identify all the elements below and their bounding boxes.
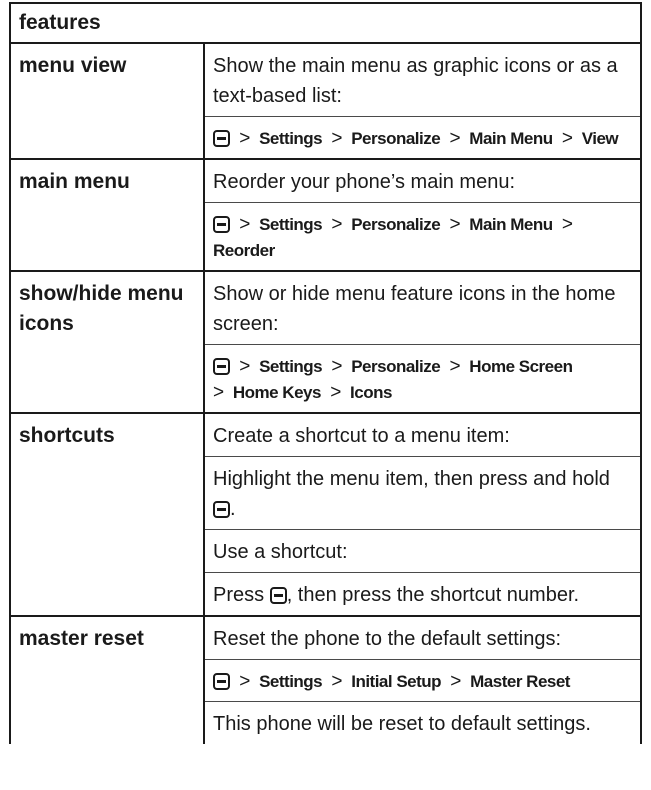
- path-separator: >: [213, 382, 224, 403]
- path-separator: >: [561, 128, 573, 149]
- path-separator: >: [239, 214, 250, 235]
- feature-name: shortcuts: [11, 414, 205, 615]
- feature-description: Reset the phone to the default settings:: [213, 628, 562, 650]
- path-item: Personalize: [351, 357, 441, 376]
- path-item: Master Reset: [470, 672, 570, 691]
- feature-description-cell: Show the main menu as graphic icons or a…: [205, 44, 640, 158]
- path-separator: >: [450, 671, 461, 692]
- path-item: Settings: [259, 672, 323, 691]
- path-item: Main Menu: [469, 215, 553, 234]
- path-item: Home Keys: [232, 383, 322, 402]
- step-text: Press: [213, 584, 265, 606]
- path-item: Main Menu: [469, 129, 553, 148]
- menu-key-icon: [213, 216, 230, 233]
- menu-key-icon: [213, 673, 230, 690]
- feature-name: show/hide menu icons: [11, 272, 205, 412]
- path-item: Settings: [259, 129, 323, 148]
- feature-name: main menu: [11, 160, 205, 270]
- feature-description-cell: Create a shortcut to a menu item: Highli…: [205, 414, 640, 615]
- menu-path: > Settings > Personalize > Main Menu > V…: [213, 117, 640, 158]
- path-separator: >: [239, 671, 250, 692]
- path-item: View: [581, 129, 619, 148]
- path-item: Personalize: [351, 129, 441, 148]
- feature-name: master reset: [11, 617, 205, 744]
- path-separator: >: [330, 382, 341, 403]
- path-separator: >: [331, 356, 342, 377]
- step-end: .: [230, 498, 236, 520]
- path-separator: >: [331, 671, 342, 692]
- path-separator: >: [331, 214, 342, 235]
- path-item: Personalize: [351, 215, 441, 234]
- feature-description-cell: Reorder your phone’s main menu: > Settin…: [205, 160, 640, 270]
- feature-description-cell: Reset the phone to the default settings:…: [205, 617, 640, 744]
- menu-key-icon: [213, 501, 230, 518]
- table-row: menu view Show the main menu as graphic …: [11, 44, 640, 160]
- feature-name: menu view: [11, 44, 205, 158]
- shortcut-create-step: Highlight the menu item, then press and …: [213, 457, 640, 529]
- path-item: Settings: [259, 215, 323, 234]
- menu-key-icon: [213, 130, 230, 147]
- feature-description: Reorder your phone’s main menu:: [213, 171, 516, 193]
- menu-path: > Settings > Personalize > Home Screen >…: [213, 345, 640, 412]
- path-separator: >: [449, 128, 461, 149]
- path-item: Icons: [350, 383, 392, 402]
- table-row: show/hide menu icons Show or hide menu f…: [11, 272, 640, 414]
- path-item: Settings: [259, 357, 323, 376]
- feature-description-cell: Show or hide menu feature icons in the h…: [205, 272, 640, 412]
- table-row: shortcuts Create a shortcut to a menu it…: [11, 414, 640, 617]
- step-rest: , then press the shortcut number.: [286, 584, 580, 606]
- path-separator: >: [331, 128, 342, 149]
- path-separator: >: [239, 356, 250, 377]
- path-item: Reorder: [213, 241, 275, 260]
- reset-note: This phone will be reset to default sett…: [213, 713, 591, 735]
- path-item: Initial Setup: [351, 672, 442, 691]
- menu-path: > Settings > Initial Setup > Master Rese…: [213, 660, 640, 701]
- shortcut-use-label: Use a shortcut:: [213, 541, 348, 563]
- path-separator: >: [449, 214, 461, 235]
- menu-path: > Settings > Personalize > Main Menu > R…: [213, 203, 640, 270]
- path-separator: >: [239, 128, 250, 149]
- menu-key-icon: [269, 587, 287, 604]
- table-row: main menu Reorder your phone’s main menu…: [11, 160, 640, 272]
- menu-key-icon: [213, 358, 230, 375]
- table-header: features: [11, 2, 640, 44]
- path-item: Home Screen: [469, 357, 573, 376]
- table-row: master reset Reset the phone to the defa…: [11, 617, 640, 744]
- shortcut-use-step: Press , then press the shortcut number.: [213, 573, 640, 615]
- path-separator: >: [561, 214, 573, 235]
- path-separator: >: [449, 356, 461, 377]
- feature-description: Create a shortcut to a menu item:: [213, 425, 510, 447]
- step-text: Highlight the menu item, then press and …: [213, 468, 610, 490]
- features-table: features menu view Show the main menu as…: [9, 2, 642, 744]
- table-header-label: features: [19, 11, 101, 34]
- feature-description: Show or hide menu feature icons in the h…: [213, 283, 616, 335]
- feature-description: Show the main menu as graphic icons or a…: [213, 55, 618, 107]
